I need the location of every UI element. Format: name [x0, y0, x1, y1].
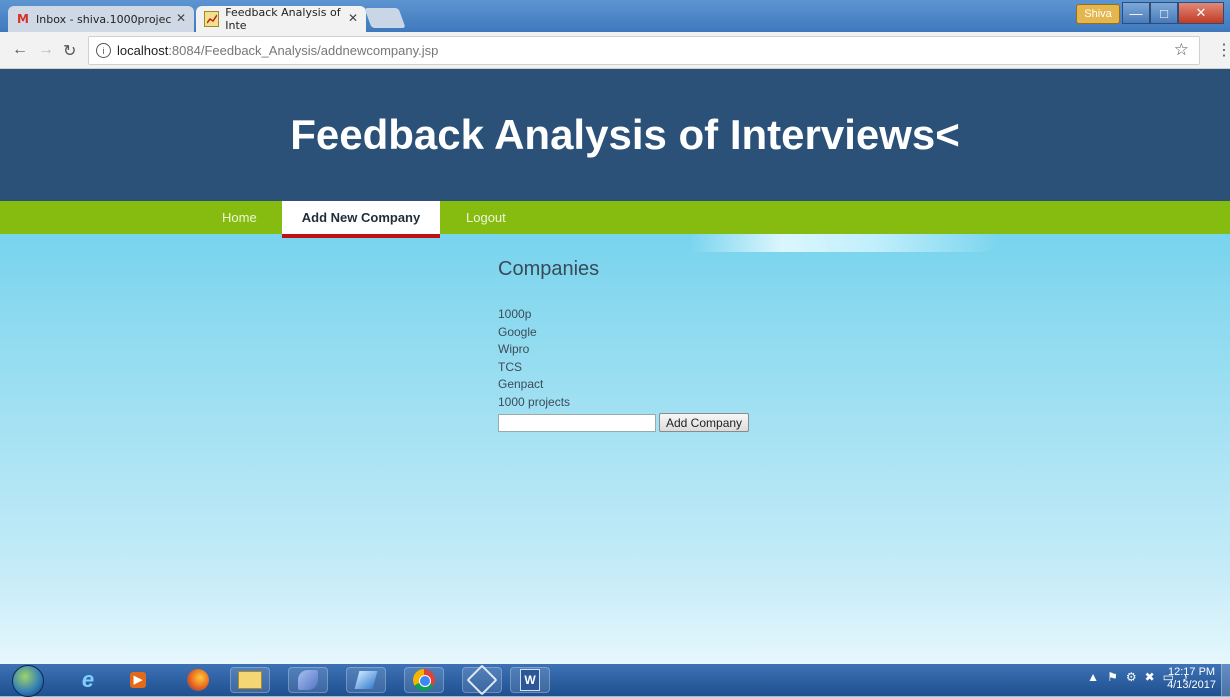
- nav-add-new-company[interactable]: Add New Company: [282, 201, 440, 238]
- chrome-icon[interactable]: [404, 667, 444, 693]
- reload-icon[interactable]: ↻: [63, 41, 76, 61]
- new-tab-button[interactable]: [364, 8, 406, 28]
- browser-tab-feedback[interactable]: Feedback Analysis of Inte ✕: [196, 6, 366, 32]
- info-icon[interactable]: i: [96, 43, 111, 58]
- bookmark-star-icon[interactable]: ☆: [1174, 40, 1189, 60]
- cloud-decoration: [690, 234, 1000, 252]
- chart-favicon: [204, 11, 220, 27]
- url-field[interactable]: i localhost :8084/Feedback_Analysis/addn…: [88, 36, 1200, 65]
- back-arrow-icon[interactable]: ←: [12, 41, 28, 59]
- app-book-icon[interactable]: [346, 667, 386, 693]
- url-path: :8084/Feedback_Analysis/addnewcompany.js…: [168, 43, 439, 58]
- browser-tab-title: Inbox - shiva.1000projec: [36, 12, 172, 26]
- site-header: Feedback Analysis of Interviews<: [0, 69, 1230, 201]
- taskbar: e ▶ W ▲ ⚑ ⚙ ✖ ▭ ♪ 12:17 PM 4/13/2017: [0, 664, 1230, 697]
- list-item: Wipro: [498, 342, 530, 356]
- add-company-form: Add Company: [498, 413, 750, 432]
- company-list: 1000p Google Wipro TCS Genpact 1000 proj…: [498, 306, 749, 411]
- list-item: TCS: [498, 359, 522, 374]
- window-controls: — □ ✕: [1122, 2, 1224, 24]
- network-share-icon[interactable]: ⚙: [1126, 670, 1137, 684]
- menu-kebab-icon[interactable]: ⋮: [1216, 40, 1230, 60]
- close-window-icon[interactable]: ✕: [1178, 2, 1224, 24]
- security-icon[interactable]: ✖: [1145, 670, 1155, 684]
- minimize-icon[interactable]: —: [1122, 2, 1150, 24]
- site-title: Feedback Analysis of Interviews<: [290, 111, 960, 158]
- list-item: Google: [498, 324, 537, 339]
- virtualbox-cube-icon[interactable]: [462, 664, 502, 696]
- nav-menubar: Home Add New Company Logout: [0, 201, 1230, 238]
- browser-tab-gmail[interactable]: M Inbox - shiva.1000projec ✕: [8, 6, 194, 32]
- firefox-icon[interactable]: [178, 667, 218, 693]
- companies-section: Companies 1000p Google Wipro TCS Genpact…: [498, 258, 750, 432]
- nav-home[interactable]: Home: [222, 201, 257, 234]
- media-player-icon[interactable]: ▶: [118, 667, 158, 693]
- browser-tabstrip: M Inbox - shiva.1000projec ✕ Feedback An…: [0, 0, 1230, 32]
- address-bar: ← → ↻ i localhost :8084/Feedback_Analysi…: [0, 32, 1230, 69]
- nav-logout[interactable]: Logout: [466, 201, 506, 234]
- clock[interactable]: 12:17 PM 4/13/2017: [1167, 666, 1216, 692]
- app-dolphin-icon[interactable]: [288, 667, 328, 693]
- add-company-button[interactable]: Add Company: [659, 413, 750, 432]
- company-name-input[interactable]: [498, 413, 656, 432]
- file-explorer-icon[interactable]: [230, 667, 270, 693]
- gmail-icon: M: [17, 12, 29, 26]
- list-item: Genpact: [498, 377, 544, 391]
- close-icon[interactable]: ✕: [176, 11, 186, 25]
- maximize-icon[interactable]: □: [1150, 2, 1178, 24]
- action-center-flag-icon[interactable]: ⚑: [1107, 670, 1118, 684]
- browser-tab-title: Feedback Analysis of Inte: [225, 6, 341, 32]
- forward-arrow-icon[interactable]: →: [38, 41, 54, 59]
- url-host: localhost: [117, 43, 169, 58]
- word-icon[interactable]: W: [510, 667, 550, 693]
- clock-time: 12:17 PM: [1167, 666, 1216, 678]
- close-icon[interactable]: ✕: [348, 11, 358, 25]
- section-heading: Companies: [498, 258, 600, 280]
- list-item: 1000p: [498, 307, 532, 321]
- clock-date: 4/13/2017: [1167, 679, 1216, 691]
- internet-explorer-icon[interactable]: e: [68, 667, 108, 693]
- user-badge[interactable]: Shiva: [1076, 4, 1120, 24]
- list-item: 1000 projects: [498, 394, 571, 409]
- web-page: Feedback Analysis of Interviews< Home Ad…: [0, 69, 1230, 664]
- start-button[interactable]: [12, 665, 44, 697]
- show-desktop-button[interactable]: [1221, 664, 1230, 696]
- show-hidden-icons-icon[interactable]: ▲: [1087, 670, 1099, 684]
